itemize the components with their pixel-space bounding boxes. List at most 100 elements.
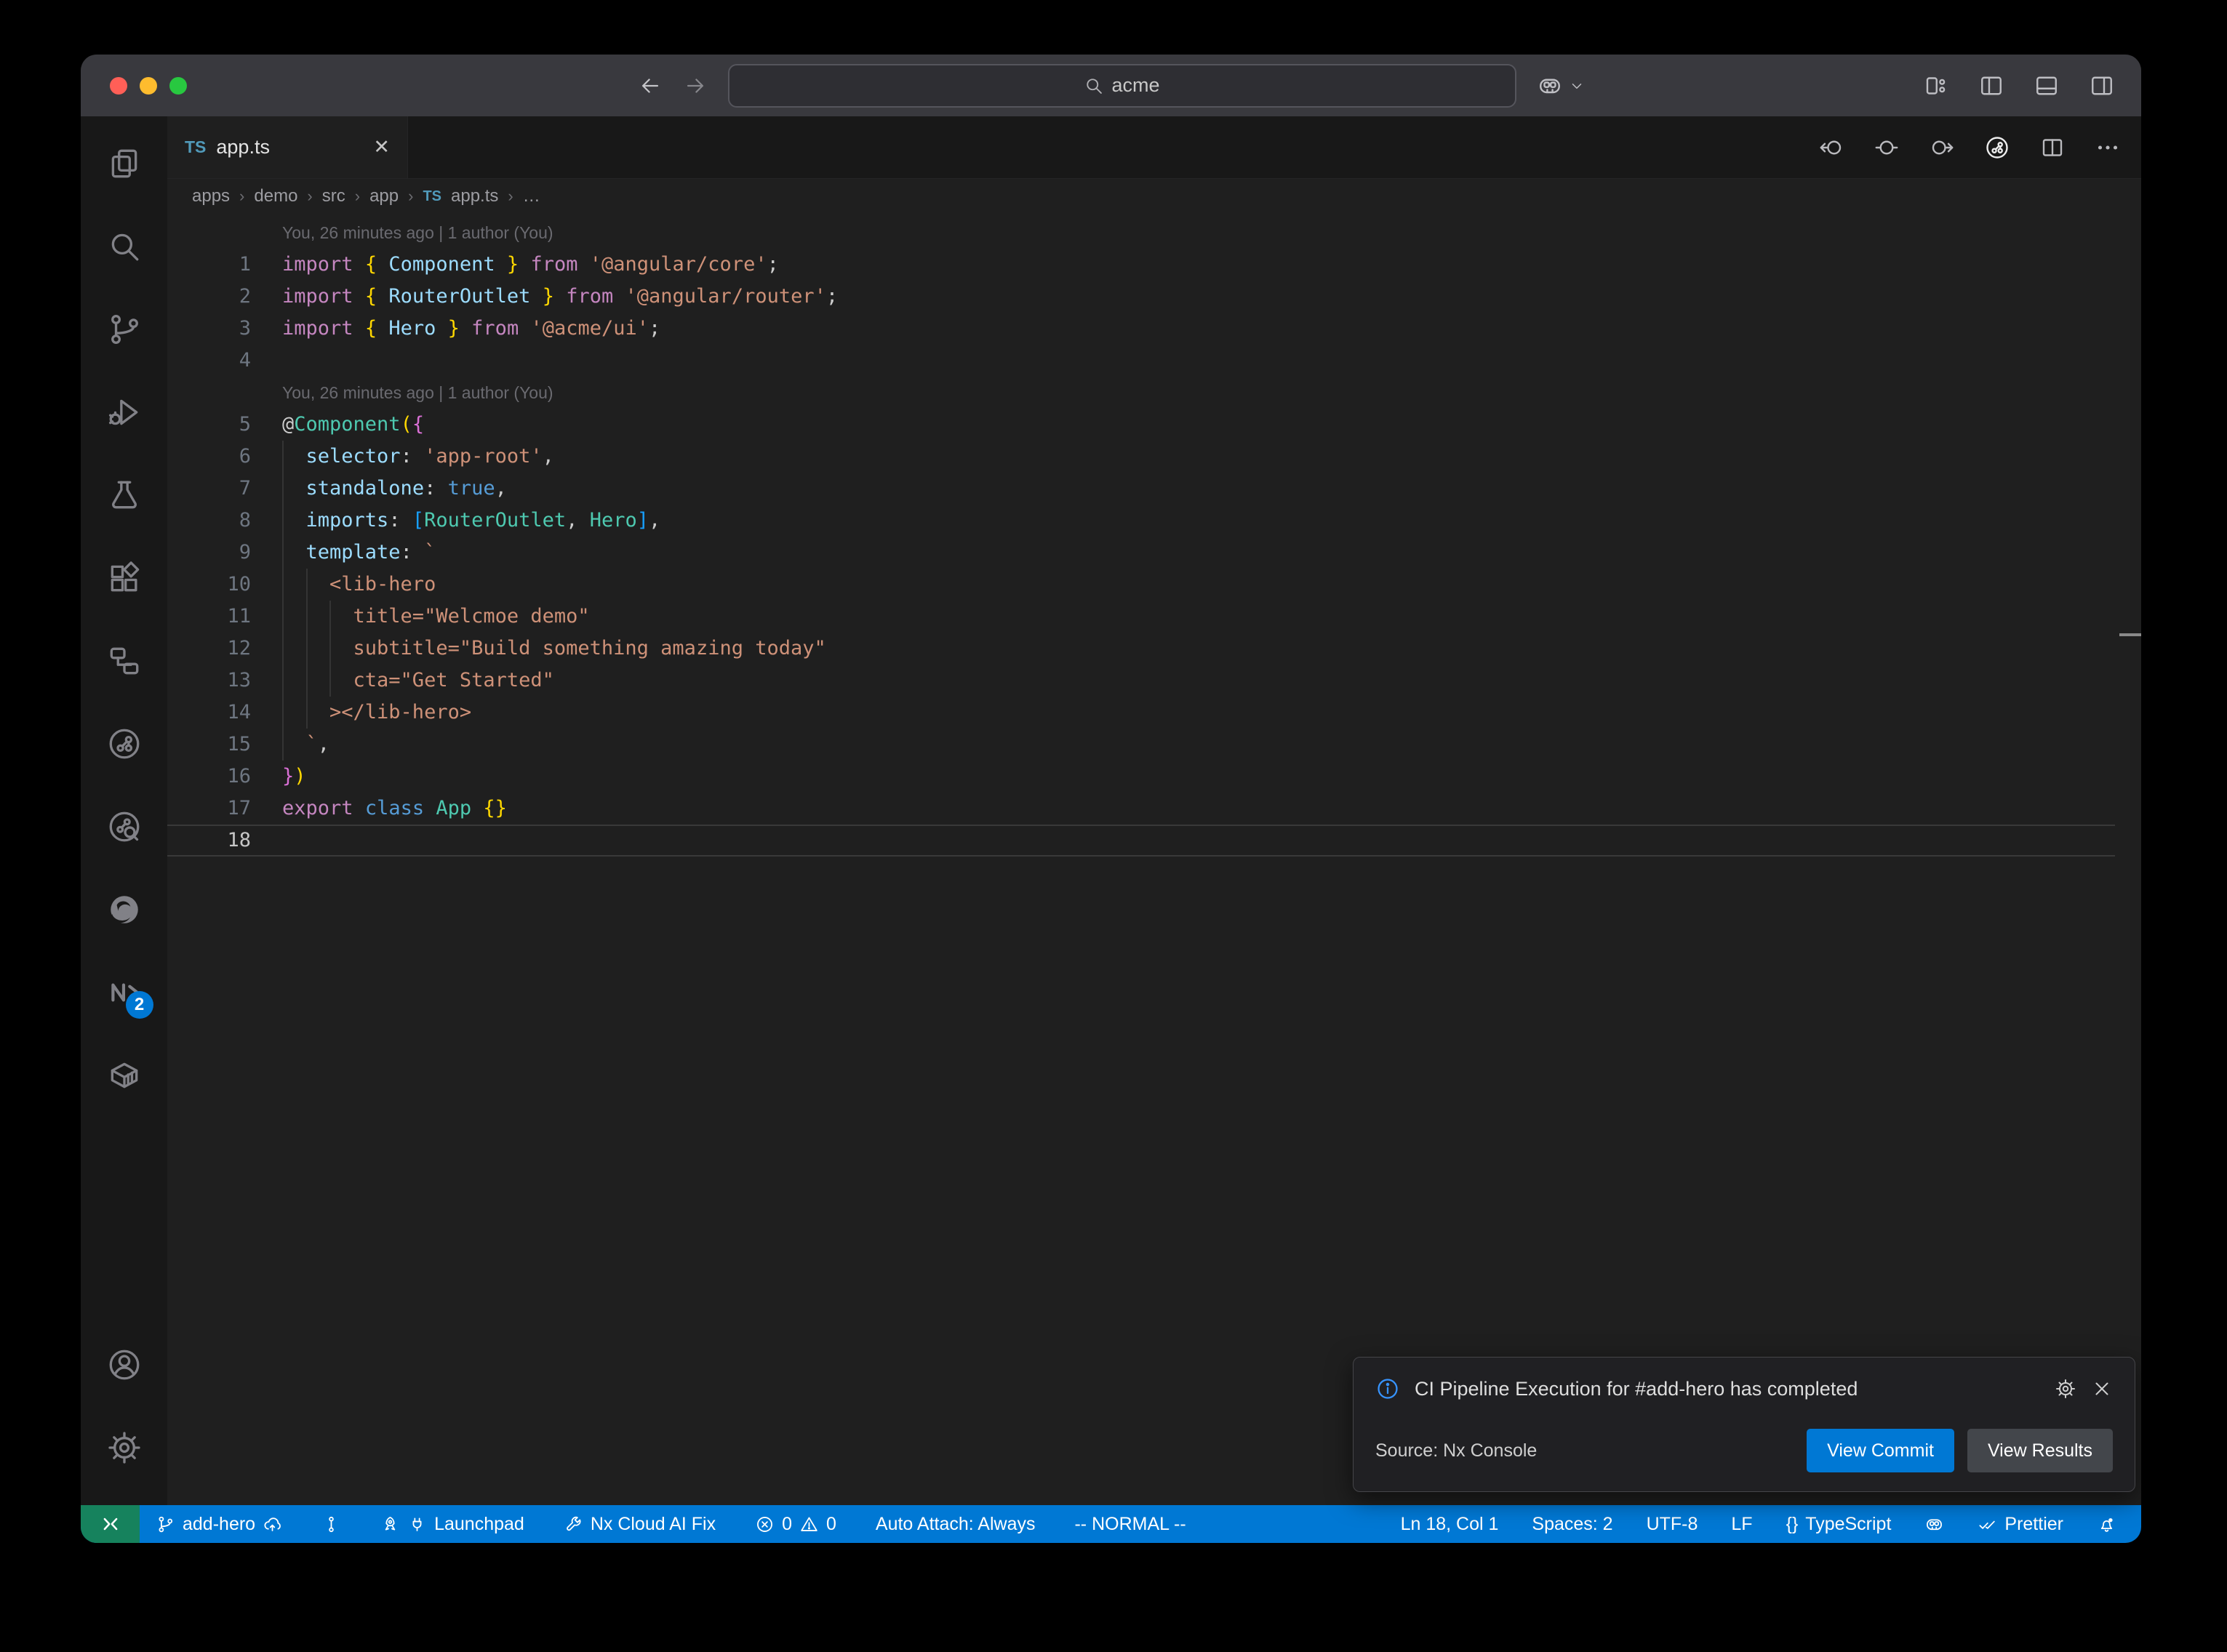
view-results-button[interactable]: View Results — [1967, 1429, 2113, 1472]
code-line-4[interactable]: 4 — [167, 345, 2115, 377]
notification-close-icon[interactable] — [2091, 1378, 2113, 1400]
source-control-icon[interactable] — [89, 294, 159, 364]
code-line-9[interactable]: 9 template: ` — [167, 537, 2115, 569]
command-center-search[interactable]: acme — [728, 64, 1516, 108]
run-and-debug-icon[interactable] — [89, 377, 159, 447]
breadcrumb-item-src[interactable]: src — [322, 186, 345, 206]
indent-guide — [306, 569, 308, 729]
nav-back-icon[interactable] — [638, 73, 663, 98]
notification-settings-icon[interactable] — [2055, 1378, 2076, 1400]
eol[interactable]: LF — [1731, 1514, 1752, 1535]
line-number-11[interactable]: 11 — [167, 601, 251, 633]
accounts-icon[interactable] — [89, 1329, 159, 1400]
status-text: LF — [1731, 1514, 1752, 1535]
testing-icon[interactable] — [89, 460, 159, 530]
code-line-16[interactable]: 16}) — [167, 761, 2115, 793]
breadcrumb-item-demo[interactable]: demo — [254, 186, 297, 206]
line-content — [251, 826, 282, 855]
code-line-14[interactable]: 14 ></lib-hero> — [167, 697, 2115, 729]
extensions-icon[interactable] — [89, 542, 159, 613]
copilot-status[interactable] — [1924, 1515, 1944, 1534]
problems[interactable]: 00 — [755, 1514, 836, 1535]
edge-devtools-icon[interactable] — [89, 874, 159, 945]
title-bar[interactable]: acme — [81, 55, 2141, 116]
nx-project-view-icon[interactable] — [89, 625, 159, 696]
code-editor[interactable]: You, 26 minutes ago | 1 author (You)1imp… — [167, 214, 2141, 1505]
auto-attach[interactable]: Auto Attach: Always — [876, 1514, 1036, 1535]
toggle-secondary-sidebar-button[interactable] — [2089, 73, 2115, 99]
more-actions-icon[interactable] — [2095, 135, 2121, 161]
breadcrumb-item-appts[interactable]: app.ts — [451, 186, 498, 206]
code-line-10[interactable]: 10 <lib-hero — [167, 569, 2115, 601]
line-number-18[interactable]: 18 — [167, 826, 251, 855]
toggle-primary-sidebar-button[interactable] — [1978, 73, 2004, 99]
language-mode[interactable]: {}TypeScript — [1786, 1514, 1892, 1535]
line-number-17[interactable]: 17 — [167, 793, 251, 825]
line-number-15[interactable]: 15 — [167, 729, 251, 761]
line-number-6[interactable]: 6 — [167, 441, 251, 473]
breadcrumb-item-app[interactable]: app — [369, 186, 399, 206]
code-line-2[interactable]: 2import { RouterOutlet } from '@angular/… — [167, 281, 2115, 313]
indentation[interactable]: Spaces: 2 — [1532, 1514, 1612, 1535]
code-line-12[interactable]: 12 subtitle="Build something amazing tod… — [167, 633, 2115, 665]
git-branch-publish[interactable]: add-hero — [156, 1514, 282, 1535]
nx-graph-icon[interactable] — [1984, 135, 2010, 161]
line-number-3[interactable]: 3 — [167, 313, 251, 345]
view-commit-button[interactable]: View Commit — [1807, 1429, 1954, 1472]
zoom-window-button[interactable] — [169, 77, 187, 95]
vim-mode[interactable]: -- NORMAL -- — [1074, 1514, 1186, 1535]
encoding[interactable]: UTF-8 — [1647, 1514, 1698, 1535]
notifications-bell[interactable] — [2097, 1515, 2116, 1534]
copilot-menu-button[interactable] — [1537, 73, 1585, 99]
nx-graph-icon[interactable] — [89, 708, 159, 779]
code-line-18[interactable]: 18 — [167, 825, 2115, 857]
line-number-2[interactable]: 2 — [167, 281, 251, 313]
nx-console-icon[interactable]: 2 — [89, 957, 159, 1027]
code-line-3[interactable]: 3import { Hero } from '@acme/ui'; — [167, 313, 2115, 345]
code-line-8[interactable]: 8 imports: [RouterOutlet, Hero], — [167, 505, 2115, 537]
close-tab-icon[interactable]: ✕ — [373, 136, 390, 159]
previous-change-icon[interactable] — [1818, 135, 1844, 161]
tab-app-ts[interactable]: TS app.ts ✕ — [167, 116, 408, 178]
launchpad[interactable]: Launchpad — [380, 1514, 524, 1535]
nav-forward-icon[interactable] — [683, 73, 708, 98]
explorer-icon[interactable] — [89, 128, 159, 199]
split-editor-icon[interactable] — [2039, 135, 2066, 161]
settings-icon[interactable] — [89, 1412, 159, 1483]
search-icon[interactable] — [89, 211, 159, 281]
code-line-13[interactable]: 13 cta="Get Started" — [167, 665, 2115, 697]
line-number-10[interactable]: 10 — [167, 569, 251, 601]
containers-icon[interactable] — [89, 1040, 159, 1110]
cursor-position[interactable]: Ln 18, Col 1 — [1401, 1514, 1499, 1535]
line-number-4[interactable]: 4 — [167, 345, 251, 377]
line-number-8[interactable]: 8 — [167, 505, 251, 537]
nx-cloud-ai-fix[interactable]: Nx Cloud AI Fix — [564, 1514, 716, 1535]
line-number-9[interactable]: 9 — [167, 537, 251, 569]
close-window-button[interactable] — [110, 77, 127, 95]
line-number-12[interactable]: 12 — [167, 633, 251, 665]
breadcrumb-item-apps[interactable]: apps — [192, 186, 230, 206]
remote-indicator[interactable] — [81, 1505, 140, 1543]
line-number-14[interactable]: 14 — [167, 697, 251, 729]
breadcrumb-item-[interactable]: … — [523, 186, 540, 206]
line-number-5[interactable]: 5 — [167, 409, 251, 441]
code-line-1[interactable]: 1import { Component } from '@angular/cor… — [167, 249, 2115, 281]
line-number-1[interactable]: 1 — [167, 249, 251, 281]
next-change-icon[interactable] — [1929, 135, 1955, 161]
code-line-6[interactable]: 6 selector: 'app-root', — [167, 441, 2115, 473]
git-commit-indicator[interactable] — [321, 1515, 341, 1534]
line-number-16[interactable]: 16 — [167, 761, 251, 793]
line-number-7[interactable]: 7 — [167, 473, 251, 505]
code-line-5[interactable]: 5@Component({ — [167, 409, 2115, 441]
line-number-13[interactable]: 13 — [167, 665, 251, 697]
toggle-panel-button[interactable] — [2034, 73, 2060, 99]
code-line-17[interactable]: 17export class App {} — [167, 793, 2115, 825]
changes-icon[interactable] — [1874, 135, 1900, 161]
code-line-15[interactable]: 15 `, — [167, 729, 2115, 761]
code-line-11[interactable]: 11 title="Welcmoe demo" — [167, 601, 2115, 633]
minimize-window-button[interactable] — [140, 77, 157, 95]
nx-graph-focus-icon[interactable] — [89, 791, 159, 862]
formatter-prettier[interactable]: Prettier — [1978, 1514, 2063, 1535]
code-line-7[interactable]: 7 standalone: true, — [167, 473, 2115, 505]
customize-layout-button[interactable] — [1923, 73, 1949, 99]
